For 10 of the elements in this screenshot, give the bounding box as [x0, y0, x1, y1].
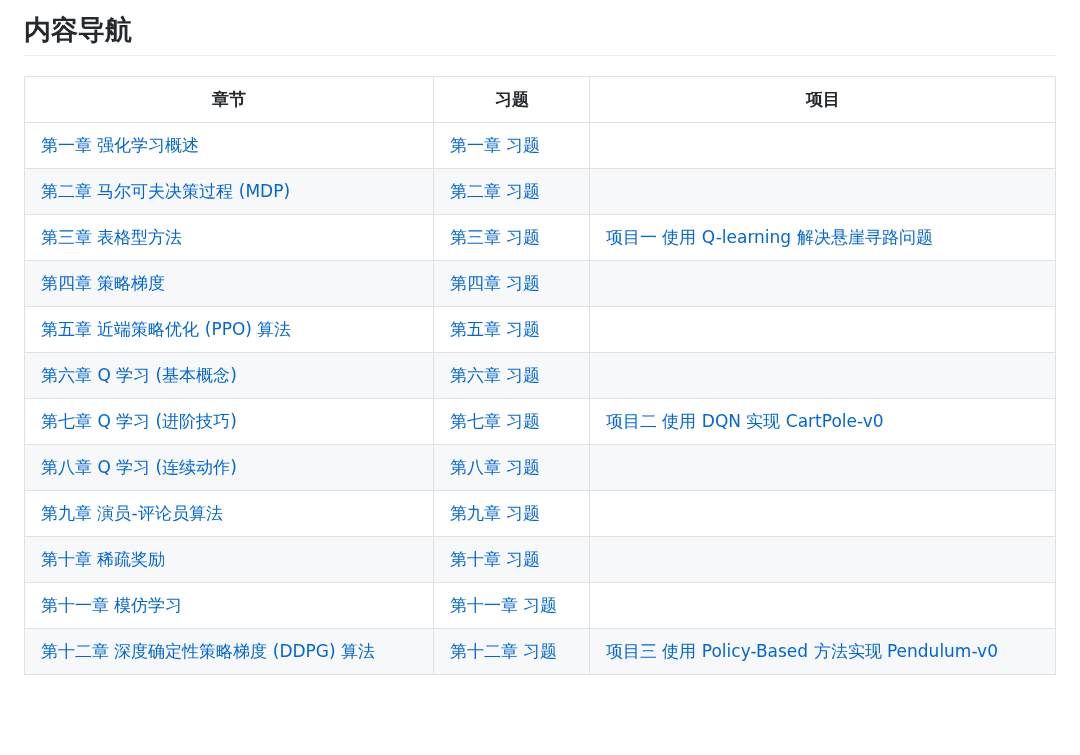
chapter-link[interactable]: 第九章 演员-评论员算法	[41, 503, 223, 524]
column-header: 章节	[212, 89, 246, 110]
chapter-link[interactable]: 第一章 强化学习概述	[41, 135, 200, 156]
chapter-link[interactable]: 第四章 策略梯度	[41, 273, 166, 294]
column-header: 项目	[805, 89, 840, 110]
chapter-link[interactable]: 第三章 表格型方法	[41, 227, 183, 248]
section-heading: 内容导航	[24, 12, 1056, 57]
chapter-link[interactable]: 第十章 稀疏奖励	[41, 549, 166, 570]
column-header: 习题	[494, 89, 529, 110]
chapter-link[interactable]: 第十一章 模仿学习	[41, 595, 183, 616]
